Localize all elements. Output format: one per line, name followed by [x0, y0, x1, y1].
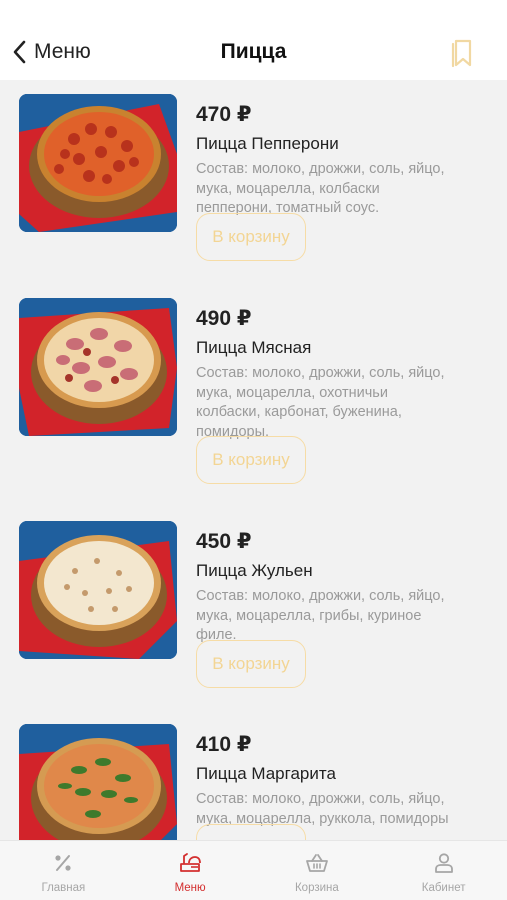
product-price: 490 ₽ — [196, 307, 252, 330]
product-name: Пицца Мясная — [196, 338, 312, 357]
pepperoni-pizza-image — [19, 94, 177, 232]
tab-profile[interactable]: Кабинет — [380, 841, 507, 900]
top-bar: Меню Пицца — [0, 0, 507, 80]
tab-menu[interactable]: Меню — [127, 841, 254, 900]
product-card: 450 ₽ Пицца Жульен Состав: молоко, дрожж… — [0, 521, 507, 731]
product-price: 450 ₽ — [196, 530, 252, 553]
food-icon — [178, 851, 202, 875]
percent-icon — [51, 851, 75, 875]
product-description: Состав: молоко, дрожжи, соль, яйцо, мука… — [196, 588, 445, 643]
add-to-cart-button[interactable]: В корзину — [196, 436, 306, 484]
basket-icon — [305, 851, 329, 875]
page-title: Пицца — [220, 40, 287, 63]
product-card: 470 ₽ Пицца Пепперони Состав: молоко, др… — [0, 94, 507, 304]
product-list[interactable]: 470 ₽ Пицца Пепперони Состав: молоко, др… — [0, 80, 507, 840]
add-to-cart-button[interactable]: В корзину — [196, 824, 306, 840]
meat-pizza-image — [19, 298, 177, 436]
product-card: 410 ₽ Пицца Маргарита Состав: молоко, др… — [0, 724, 507, 840]
product-name: Пицца Маргарита — [196, 764, 336, 783]
tab-profile-label: Кабинет — [421, 882, 466, 894]
product-description: Состав: молоко, дрожжи, соль, яйцо, мука… — [196, 365, 445, 440]
tab-home[interactable]: Главная — [0, 841, 127, 900]
product-description: Состав: молоко, дрожжи, соль, яйцо, мука… — [196, 161, 445, 216]
product-name: Пицца Жульен — [196, 561, 313, 580]
add-to-cart-button[interactable]: В корзину — [196, 213, 306, 261]
margherita-pizza-image — [19, 724, 177, 840]
tab-home-label: Главная — [41, 882, 86, 894]
tab-cart[interactable]: Корзина — [254, 841, 381, 900]
tab-menu-label: Меню — [174, 882, 206, 894]
add-to-cart-button[interactable]: В корзину — [196, 640, 306, 688]
product-card: 490 ₽ Пицца Мясная Состав: молоко, дрожж… — [0, 298, 507, 508]
person-icon — [432, 851, 456, 875]
julienne-pizza-image — [19, 521, 177, 659]
tab-cart-label: Корзина — [294, 882, 339, 894]
bookmark-icon[interactable] — [449, 38, 477, 68]
product-price: 470 ₽ — [196, 103, 252, 126]
product-price: 410 ₽ — [196, 733, 252, 756]
product-name: Пицца Пепперони — [196, 134, 339, 153]
tab-bar: Главная Меню Корзина Кабинет — [0, 840, 507, 900]
